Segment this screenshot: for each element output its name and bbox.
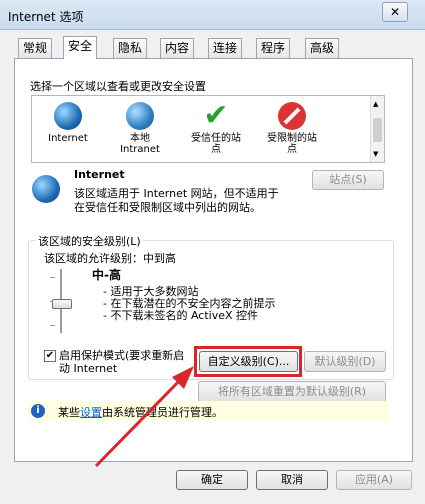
annotation-arrow-icon bbox=[94, 366, 194, 468]
internet-options-window: Internet 选项 ✕ 常规 安全 隐私 内容 连接 程序 高级 选择一个区… bbox=[0, 0, 425, 504]
